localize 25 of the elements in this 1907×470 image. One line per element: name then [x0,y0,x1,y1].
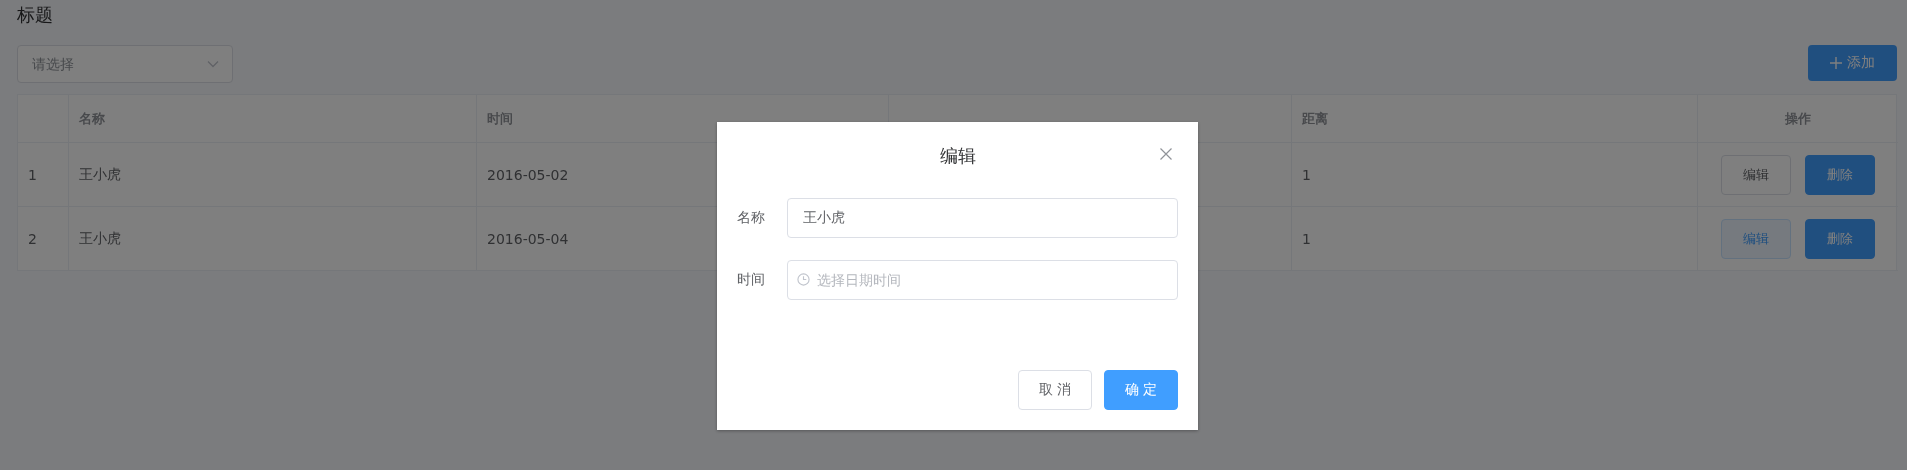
delete-button[interactable]: 删除 [1805,218,1875,259]
edit-button[interactable]: 编辑 [1721,218,1791,259]
page-title: 标题 [17,3,53,27]
table-cell: 王小虎 [79,165,121,184]
close-icon[interactable] [1160,148,1172,160]
clock-icon [797,273,810,286]
field-label: 时间 [737,271,766,289]
delete-button[interactable]: 删除 [1805,154,1875,195]
row-index: 2 [28,230,37,247]
table-cell: 1 [1302,166,1311,183]
table-cell: 王小虎 [79,229,121,248]
datetime-input[interactable]: 选择日期时间 [787,260,1178,300]
edit-button[interactable]: 编辑 [1721,154,1791,195]
row-index: 1 [28,166,37,183]
cancel-button[interactable]: 取 消 [1018,370,1092,410]
table-cell: 2016-05-02 [487,166,569,183]
confirm-button[interactable]: 确 定 [1104,370,1178,410]
dialog-title: 编辑 [939,144,976,168]
chevron-down-icon [207,60,219,68]
add-button[interactable]: 添加 [1808,45,1897,81]
table-cell: 1 [1302,230,1311,247]
name-input[interactable]: 王小虎 [787,198,1178,238]
field-label: 名称 [737,209,766,227]
table-cell: 2016-05-04 [487,230,569,247]
plus-icon [1830,57,1842,69]
